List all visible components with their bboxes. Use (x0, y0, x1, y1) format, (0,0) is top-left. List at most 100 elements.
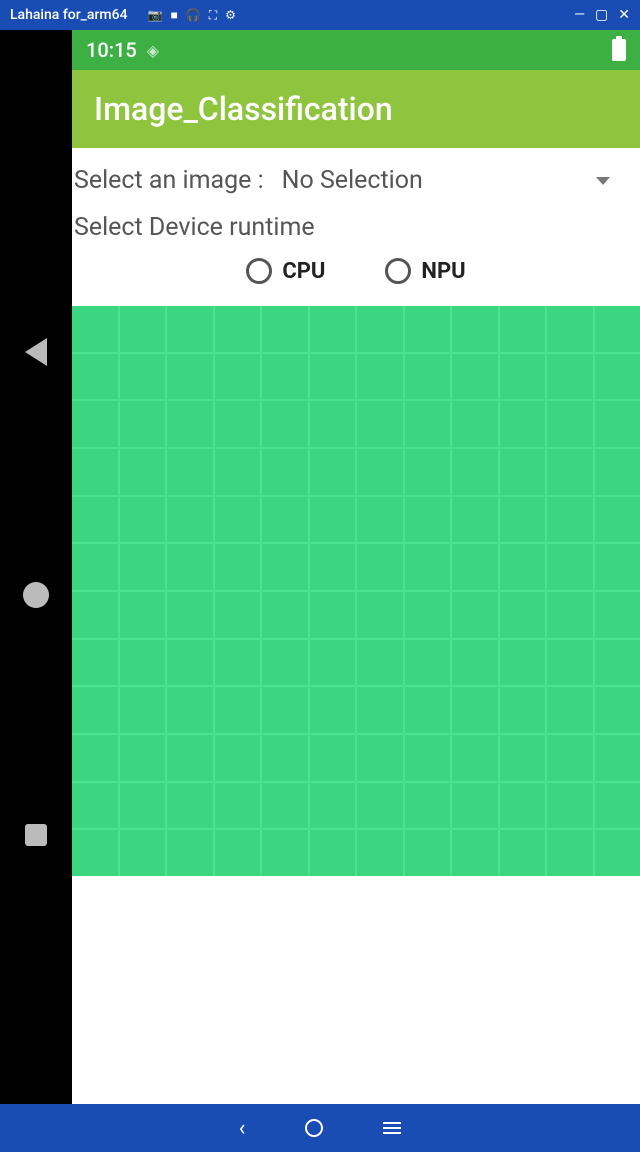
preview-tile (167, 687, 213, 733)
emulator-body: 10:15 ◈ Image_Classification Select an i… (0, 30, 640, 1104)
preview-tile (357, 830, 403, 876)
preview-tile (167, 306, 213, 352)
radio-cpu[interactable]: CPU (246, 258, 325, 284)
preview-tile (310, 592, 356, 638)
preview-tile (120, 306, 166, 352)
preview-tile (262, 306, 308, 352)
preview-tile (357, 783, 403, 829)
preview-tile (500, 830, 546, 876)
preview-tile (262, 830, 308, 876)
preview-tile (452, 592, 498, 638)
image-select-row: Select an image : No Selection (72, 166, 640, 207)
preview-tile (547, 592, 593, 638)
preview-tile (215, 401, 261, 447)
android-status-bar: 10:15 ◈ (72, 30, 640, 70)
preview-tile (120, 687, 166, 733)
preview-tile (215, 497, 261, 543)
fullscreen-icon[interactable]: ⛶ (209, 8, 217, 23)
preview-tile (405, 306, 451, 352)
preview-tile (262, 449, 308, 495)
image-spinner[interactable]: No Selection (282, 166, 640, 195)
preview-tile (500, 592, 546, 638)
nav-back-button[interactable] (25, 338, 47, 366)
chevron-down-icon (596, 177, 610, 185)
phone-screen: 10:15 ◈ Image_Classification Select an i… (72, 30, 640, 1104)
preview-tile (310, 497, 356, 543)
preview-tile (72, 354, 118, 400)
preview-tile (405, 401, 451, 447)
preview-tile (595, 735, 640, 781)
image-preview-grid (72, 306, 640, 876)
preview-tile (452, 306, 498, 352)
preview-tile (357, 544, 403, 590)
bottom-home-button[interactable] (305, 1119, 323, 1137)
preview-tile (215, 449, 261, 495)
nav-home-button[interactable] (23, 582, 49, 608)
preview-tile (262, 544, 308, 590)
preview-tile (547, 401, 593, 447)
preview-tile (310, 354, 356, 400)
preview-tile (405, 592, 451, 638)
headphone-icon[interactable]: 🎧 (186, 8, 201, 22)
preview-tile (262, 783, 308, 829)
preview-tile (167, 401, 213, 447)
preview-tile (72, 306, 118, 352)
preview-tile (72, 449, 118, 495)
preview-tile (357, 401, 403, 447)
bottom-menu-button[interactable] (383, 1122, 401, 1134)
emulator-titlebar: Lahaina for_arm64 📷 ■ 🎧 ⛶ ⚙ — ▢ ✕ (0, 0, 640, 30)
preview-tile (167, 592, 213, 638)
close-button[interactable]: ✕ (618, 7, 630, 23)
radio-npu[interactable]: NPU (385, 258, 465, 284)
minimize-button[interactable]: — (574, 7, 585, 23)
preview-tile (595, 401, 640, 447)
preview-tile (215, 592, 261, 638)
maximize-button[interactable]: ▢ (595, 7, 608, 23)
radio-icon (246, 258, 272, 284)
preview-tile (357, 687, 403, 733)
preview-tile (452, 640, 498, 686)
preview-tile (500, 735, 546, 781)
preview-tile (595, 783, 640, 829)
preview-tile (167, 735, 213, 781)
preview-tile (72, 401, 118, 447)
nav-recent-button[interactable] (25, 824, 47, 846)
preview-tile (310, 544, 356, 590)
preview-tile (595, 306, 640, 352)
preview-tile (405, 544, 451, 590)
preview-tile (310, 783, 356, 829)
preview-tile (72, 783, 118, 829)
preview-tile (547, 449, 593, 495)
spinner-value: No Selection (282, 166, 423, 195)
preview-tile (500, 497, 546, 543)
window-title: Lahaina for_arm64 (10, 7, 128, 23)
settings-icon[interactable]: ⚙ (225, 8, 236, 22)
preview-tile (595, 449, 640, 495)
preview-tile (500, 354, 546, 400)
preview-tile (452, 687, 498, 733)
preview-tile (262, 401, 308, 447)
preview-tile (215, 830, 261, 876)
emulator-bottom-nav: ‹ (0, 1104, 640, 1152)
camera-icon[interactable]: 📷 (148, 8, 163, 22)
preview-tile (72, 735, 118, 781)
video-icon[interactable]: ■ (170, 8, 177, 22)
preview-tile (405, 687, 451, 733)
window-controls: — ▢ ✕ (574, 7, 630, 23)
preview-tile (357, 449, 403, 495)
preview-tile (452, 401, 498, 447)
preview-tile (547, 687, 593, 733)
preview-tile (262, 687, 308, 733)
preview-tile (595, 687, 640, 733)
preview-tile (167, 544, 213, 590)
preview-tile (405, 830, 451, 876)
runtime-radio-group: CPU NPU (72, 258, 640, 306)
preview-tile (500, 449, 546, 495)
preview-tile (310, 306, 356, 352)
bottom-back-button[interactable]: ‹ (239, 1116, 246, 1141)
preview-tile (357, 735, 403, 781)
preview-tile (595, 497, 640, 543)
preview-tile (167, 449, 213, 495)
app-title: Image_Classification (94, 90, 393, 128)
preview-tile (452, 497, 498, 543)
